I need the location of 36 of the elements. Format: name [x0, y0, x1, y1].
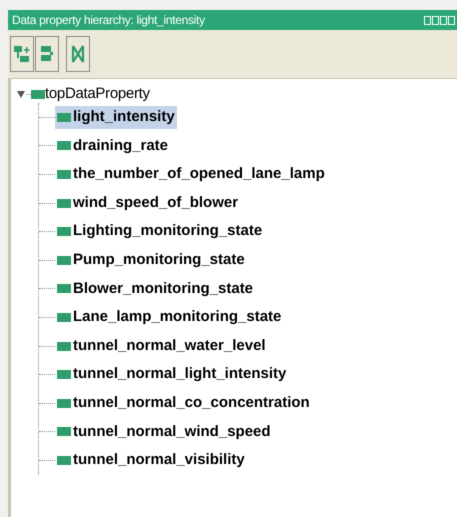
- tree-item[interactable]: tunnel_normal_co_concentration: [55, 392, 312, 414]
- property-icon: [57, 370, 71, 380]
- add-subclass-icon: [14, 45, 30, 63]
- tree-item[interactable]: tunnel_normal_water_level: [55, 334, 268, 358]
- tree-item[interactable]: wind_speed_of_blower: [55, 192, 240, 214]
- property-icon: [57, 141, 71, 150]
- property-icon: [57, 312, 71, 322]
- tree-item[interactable]: tunnel_normal_visibility: [55, 449, 247, 472]
- property-icon: [57, 456, 71, 465]
- toolbar-button[interactable]: [66, 36, 90, 72]
- tree-item[interactable]: tunnel_normal_wind_speed: [55, 420, 273, 444]
- property-icon: [57, 198, 71, 208]
- property-icon: [57, 398, 71, 408]
- property-icon: [31, 90, 45, 98]
- toolbar-button[interactable]: [35, 36, 59, 72]
- toolbar-button[interactable]: [10, 36, 34, 72]
- property-icon: [57, 170, 71, 179]
- tree-item[interactable]: Pump_monitoring_state: [55, 249, 247, 272]
- property-icon: [57, 427, 71, 436]
- property-icon: [57, 284, 71, 294]
- add-sibling-icon: [40, 45, 54, 63]
- tree-item[interactable]: tunnel_normal_light_intensity: [55, 363, 288, 386]
- property-icon: [57, 112, 71, 122]
- tree-item[interactable]: draining_rate: [55, 134, 170, 158]
- tree-item[interactable]: Lighting_monitoring_state: [55, 220, 264, 243]
- tree-item[interactable]: light_intensity: [55, 106, 177, 129]
- property-icon: [57, 227, 71, 236]
- tree-item[interactable]: Lane_lamp_monitoring_state: [55, 306, 284, 329]
- window-title: Data property hierarchy: light_intensity: [12, 12, 205, 29]
- tree-item[interactable]: the_number_of_opened_lane_lamp: [55, 163, 327, 186]
- property-icon: [57, 342, 71, 351]
- tree-item[interactable]: topDataProperty: [31, 82, 150, 106]
- expand-triangle-icon[interactable]: [17, 90, 26, 98]
- property-icon: [57, 256, 71, 265]
- delete-icon: [71, 44, 85, 64]
- tree-item[interactable]: Blower_monitoring_state: [55, 278, 256, 300]
